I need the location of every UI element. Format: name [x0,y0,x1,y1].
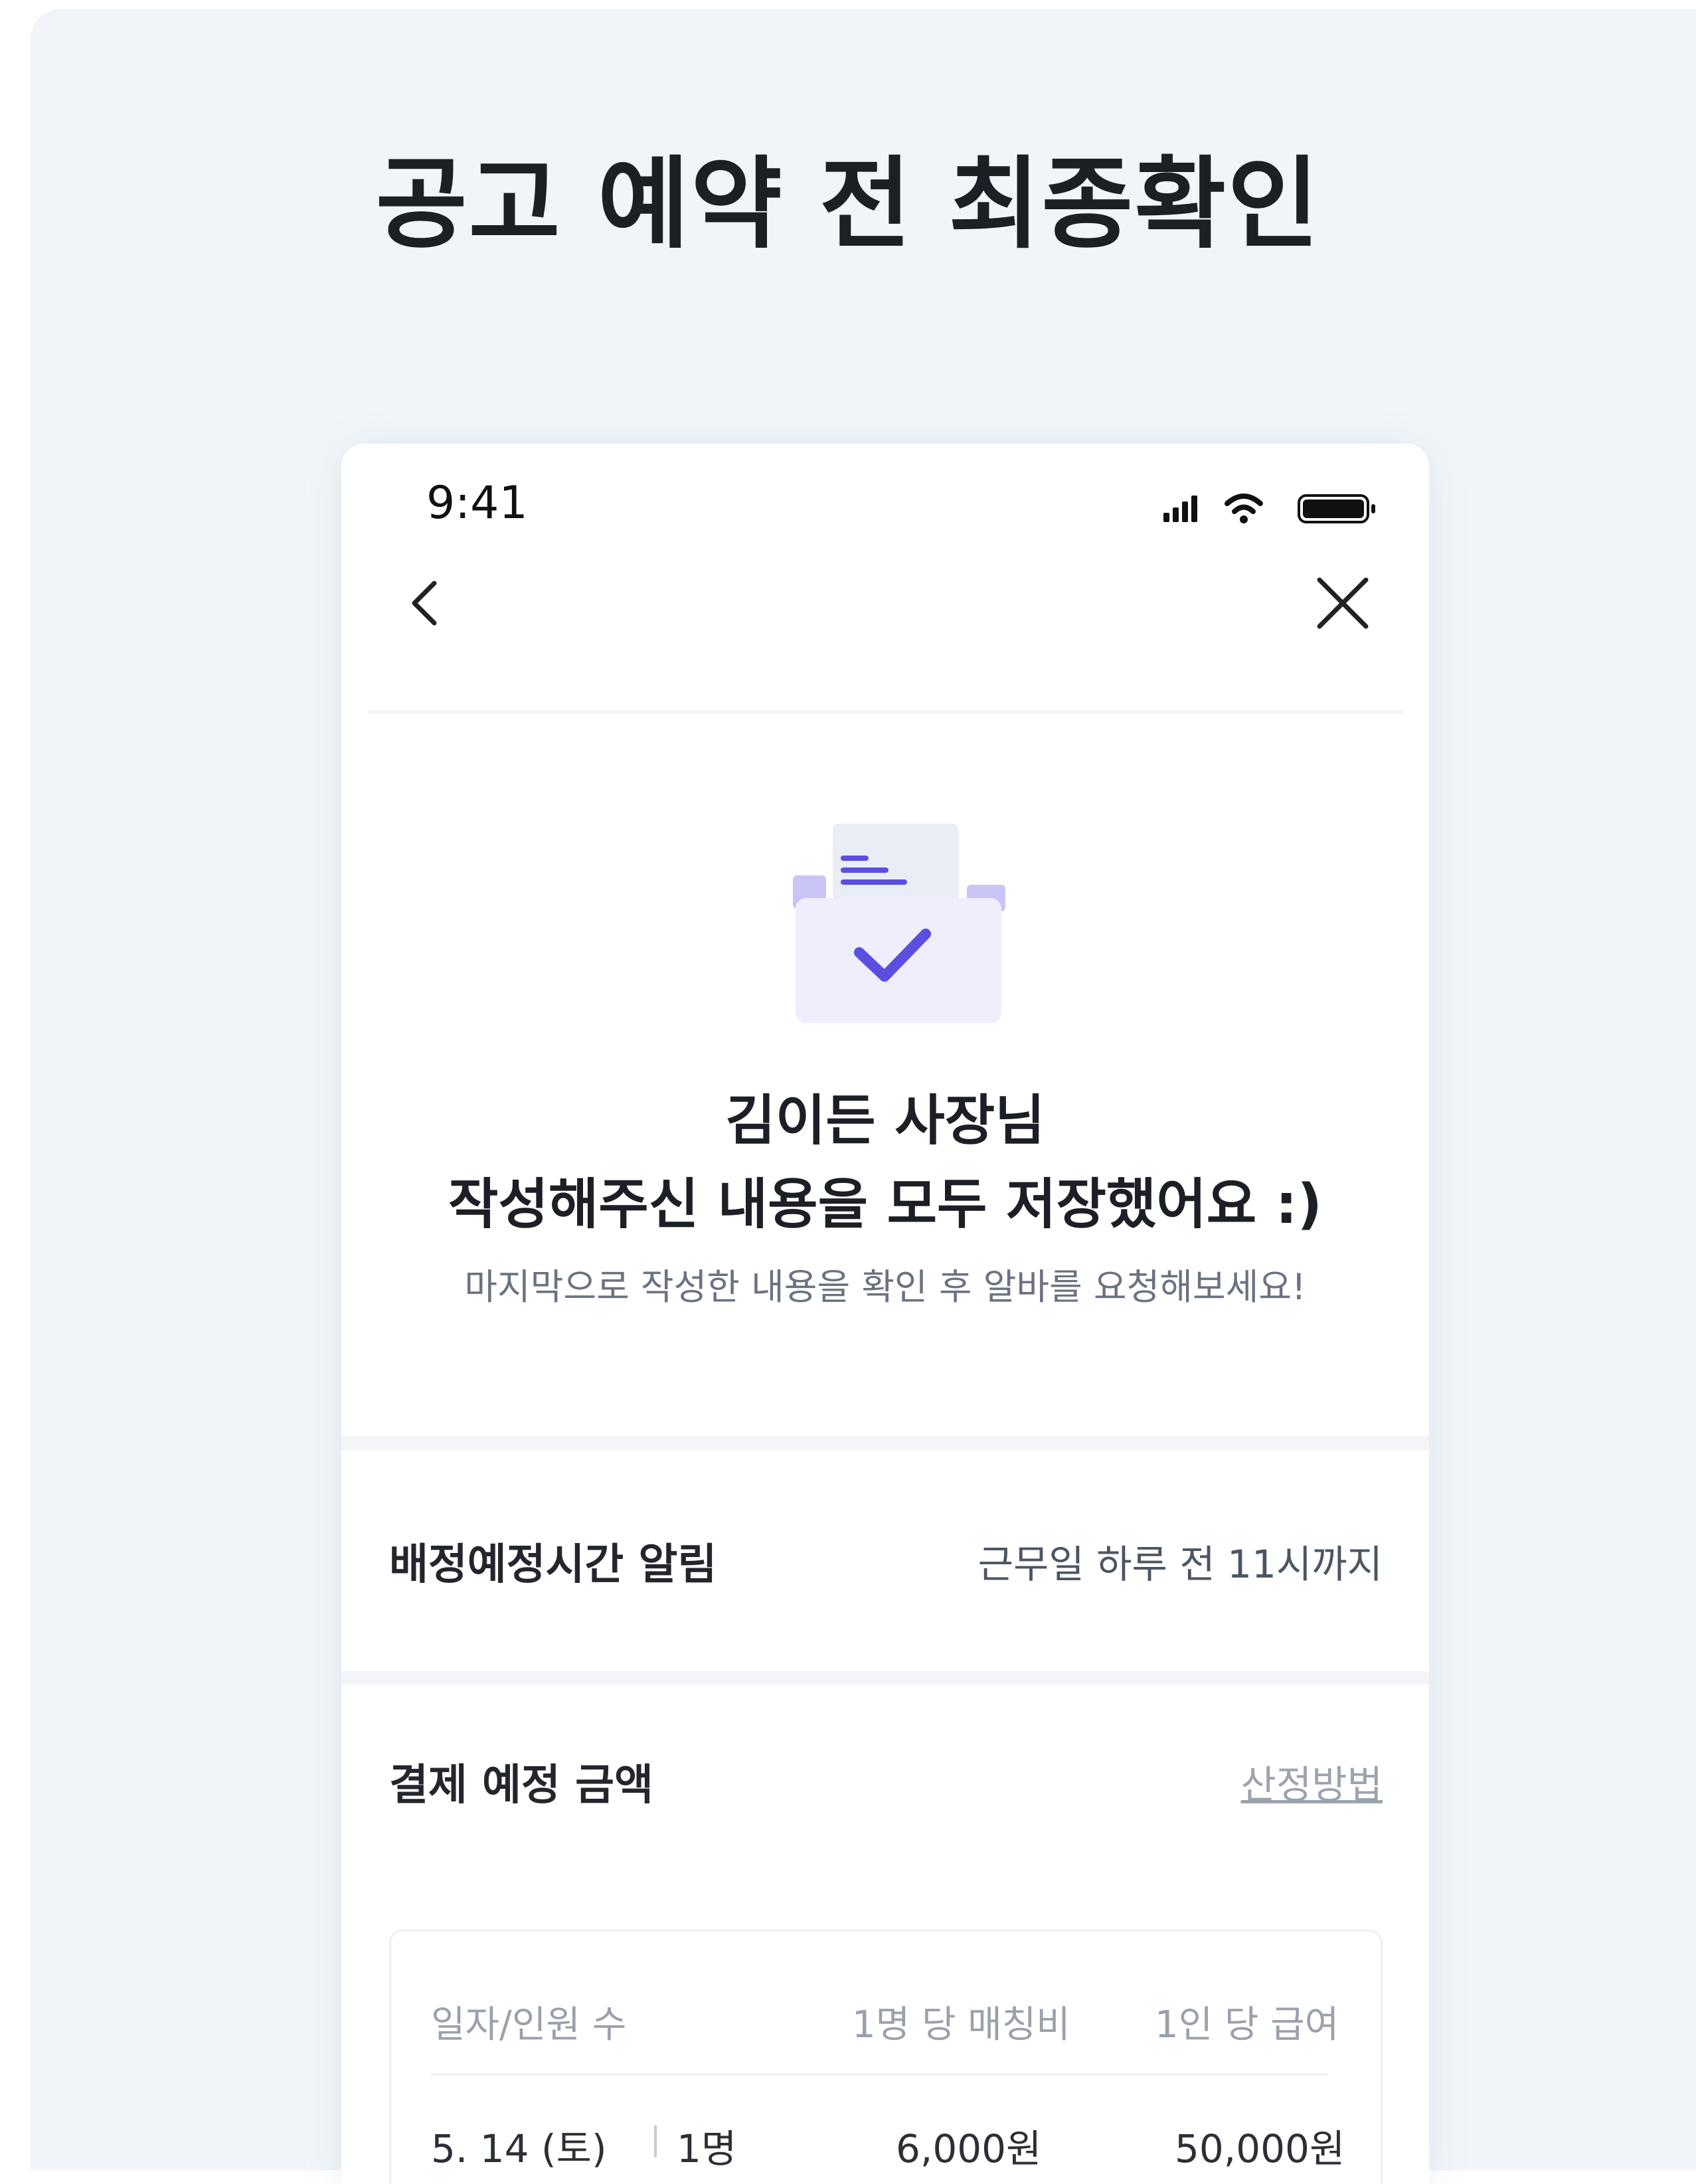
row-headcount: 1명 [677,2126,737,2171]
back-button[interactable] [388,563,467,643]
status-bar: 9:41 [341,444,1429,537]
assignment-notice-value: 근무일 하루 전 11시까지 [977,1542,1383,1587]
document-check-illustration [793,824,1005,1023]
assignment-notice-label: 배정예정시간 알림 [389,1540,717,1590]
owner-greeting: 김이든 사장님 [725,1089,1045,1152]
table-header-pay: 1인 당 급여 [1155,2003,1339,2047]
row-date: 5. 14 (토) [431,2126,607,2171]
signal-icon [1163,496,1197,522]
row-separator: | [650,2120,661,2157]
assignment-notice-card: 배정예정시간 알림 근무일 하루 전 11시까지 [341,1451,1429,1671]
calculation-method-link[interactable]: 산정방법 [1241,1754,1383,1809]
phone-mockup: 9:41 김이든 사장님 작성해주신 내용을 모두 저장했어요:) 마지막으로… [341,444,1429,2184]
status-icons [1163,494,1375,523]
payment-label: 결제 예정 금액 [389,1761,653,1810]
row-pay: 50,000원 [1175,2126,1345,2171]
table-header-date: 일자/인원 수 [431,2003,627,2047]
status-time: 9:41 [426,477,528,529]
page-title: 공고 예약 전 최종확인 [375,147,1321,262]
nav-divider [368,711,1402,713]
nav-bar [341,537,1429,670]
saved-message: 작성해주신 내용을 모두 저장했어요 :) [448,1173,1323,1236]
confirmation-card: 9:41 김이든 사장님 작성해주신 내용을 모두 저장했어요:) 마지막으로… [341,444,1429,1436]
wifi-icon [1225,494,1263,523]
row-matching-fee: 6,000원 [896,2126,1042,2171]
close-icon [1317,577,1369,629]
battery-icon [1298,494,1375,523]
table-header-matching-fee: 1명 당 매칭비 [852,2003,1070,2047]
chevron-left-icon [412,581,437,626]
payment-table: 일자/인원 수 1명 당 매칭비 1인 당 급여 5. 14 (토) | 1명 … [389,1930,1383,2184]
close-button[interactable] [1303,563,1383,643]
table-divider [431,2073,1327,2076]
confirmation-hint: 마지막으로 작성한 내용을 확인 후 알바를 요청해보세요! [464,1266,1306,1308]
